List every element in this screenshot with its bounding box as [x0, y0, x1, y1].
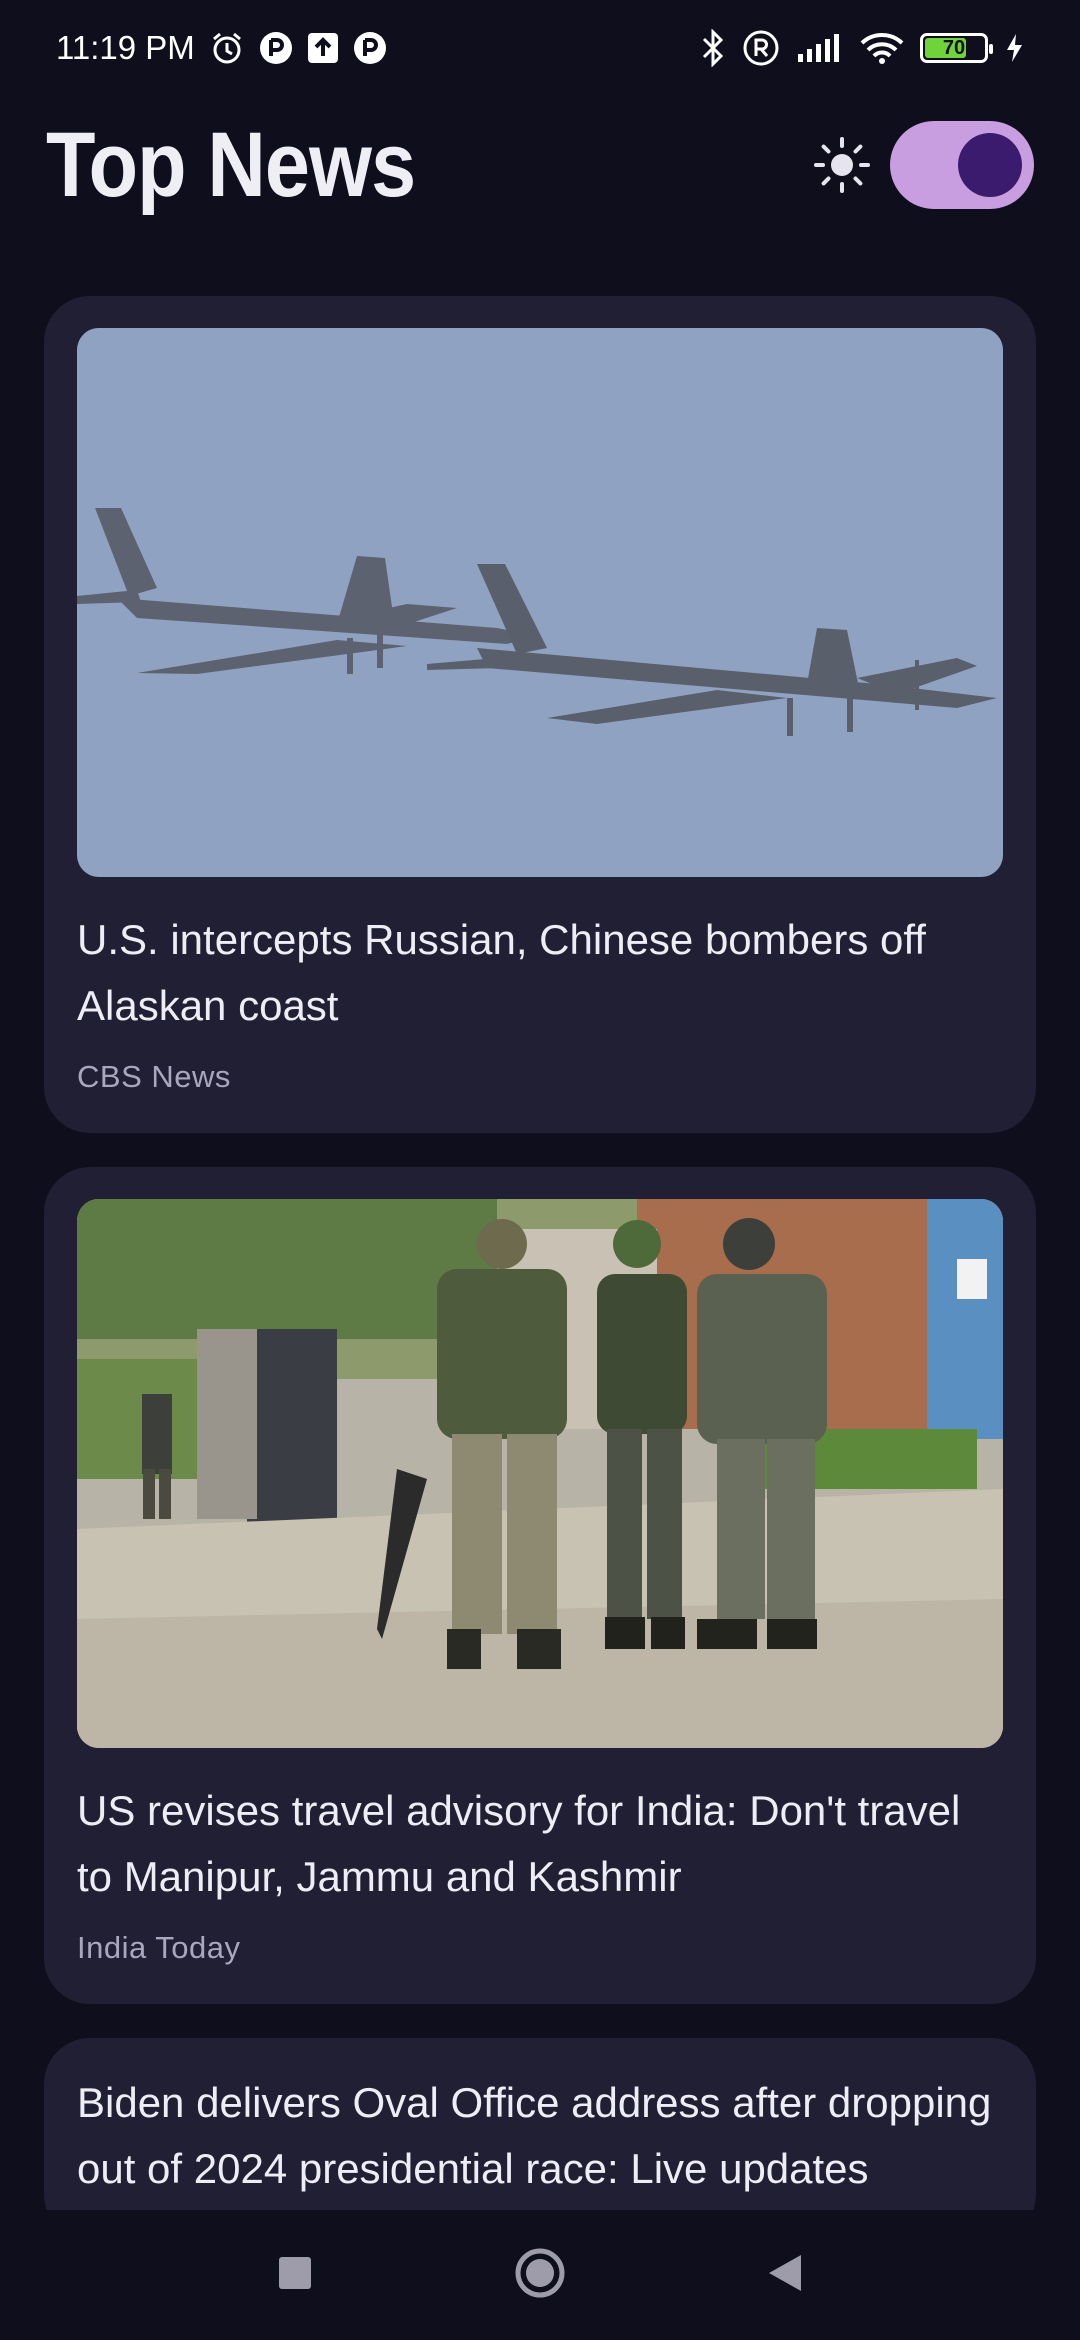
signal-icon	[796, 32, 844, 64]
card-source: CBS News	[77, 1059, 231, 1094]
app-bar: Top News	[0, 110, 1080, 220]
page-title: Top News	[46, 113, 416, 216]
back-icon	[767, 2253, 803, 2298]
status-time: 11:19 PM	[56, 29, 195, 66]
back-button[interactable]	[663, 2210, 908, 2340]
news-card[interactable]: Biden delivers Oval Office address after…	[44, 2038, 1036, 2210]
alarm-icon	[209, 30, 245, 66]
status-right: 70	[700, 29, 1024, 67]
registered-icon	[742, 29, 780, 67]
status-bar: 11:19 PM 70	[0, 0, 1080, 96]
app-notification-icon	[259, 31, 293, 65]
card-headline: Biden delivers Oval Office address after…	[77, 2079, 992, 2192]
news-card[interactable]: US revises travel advisory for India: Do…	[44, 1167, 1036, 2004]
app-notification-icon	[353, 31, 387, 65]
soldiers-photo	[77, 1199, 1003, 1748]
card-headline: US revises travel advisory for India: Do…	[77, 1787, 961, 1900]
recents-button[interactable]	[173, 2210, 418, 2340]
sun-icon	[812, 135, 872, 195]
battery-icon: 70	[920, 33, 993, 63]
home-button[interactable]	[418, 2210, 663, 2340]
news-card[interactable]: U.S. intercepts Russian, Chinese bombers…	[44, 296, 1036, 1133]
bluetooth-icon	[700, 29, 726, 67]
status-left: 11:19 PM	[56, 29, 387, 67]
toggle-knob	[958, 133, 1022, 197]
system-nav-bar	[0, 2210, 1080, 2340]
card-headline: U.S. intercepts Russian, Chinese bombers…	[77, 916, 926, 1029]
home-icon	[514, 2247, 566, 2304]
upload-icon	[307, 32, 339, 64]
battery-level: 70	[942, 36, 966, 59]
card-source: India Today	[77, 1930, 241, 1965]
news-feed[interactable]: U.S. intercepts Russian, Chinese bombers…	[44, 296, 1036, 2210]
theme-control	[812, 121, 1034, 209]
recents-icon	[278, 2256, 312, 2295]
charging-icon	[1004, 32, 1024, 64]
dark-mode-toggle[interactable]	[890, 121, 1034, 209]
wifi-icon	[860, 31, 904, 65]
bombers-photo	[77, 328, 1003, 877]
